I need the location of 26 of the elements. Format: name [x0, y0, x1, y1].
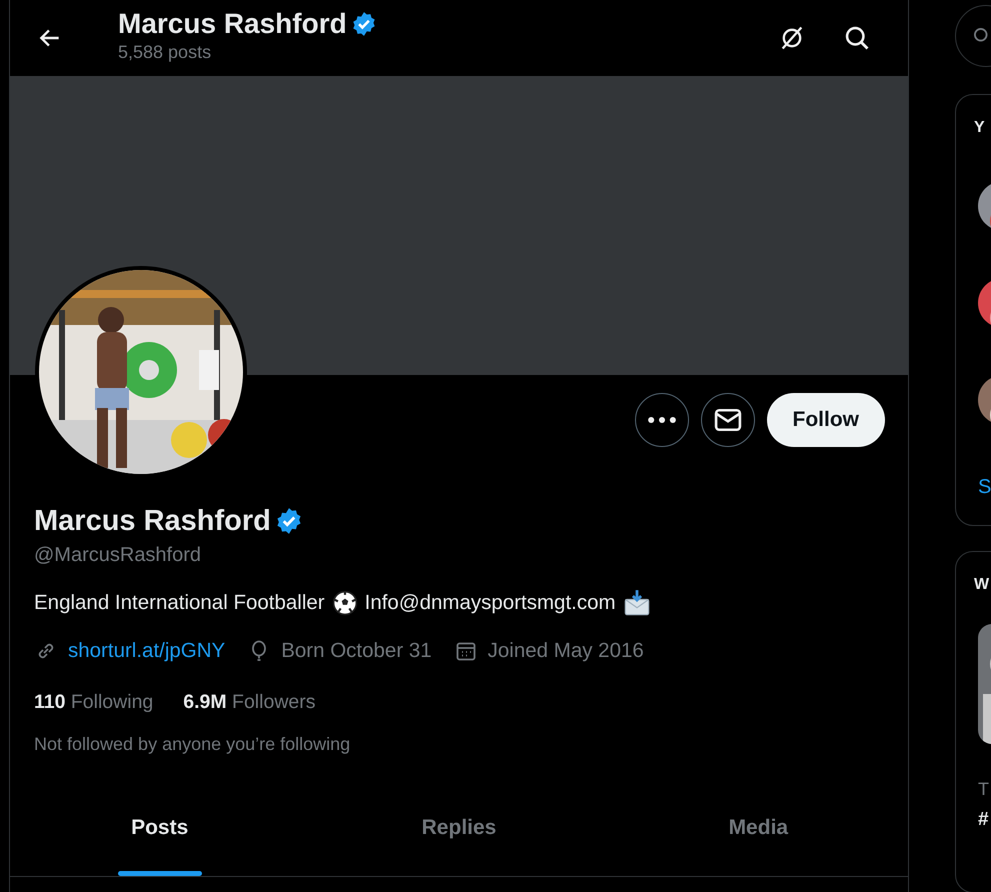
profile-tab[interactable]: Posts: [10, 802, 310, 876]
soccer-ball-icon: [332, 590, 358, 616]
joined-date: Joined May 2016: [488, 638, 644, 664]
birthday-text: Born October 31: [281, 638, 432, 664]
profile-tab[interactable]: Media: [608, 802, 908, 876]
card-title: W: [974, 575, 990, 595]
post-count: 5,588 posts: [118, 41, 212, 63]
more-options-icon[interactable]: [634, 393, 688, 447]
website-link[interactable]: shorturl.at/jpGNY: [68, 637, 226, 665]
follow-button[interactable]: Follow: [766, 393, 885, 447]
envelope-icon: [622, 589, 651, 617]
follow-stat-link[interactable]: 110 Following: [34, 689, 154, 715]
follow-stat-link[interactable]: 6.9M Followers: [183, 689, 316, 715]
bio-text: England International Footballer: [34, 590, 325, 616]
display-name: Marcus Rashford: [34, 504, 271, 539]
show-more-link[interactable]: S: [978, 475, 991, 499]
bio-text: Info@dnmaysportsmgt.com: [364, 590, 616, 616]
followers-you-know: Not followed by anyone you’re following: [34, 733, 352, 756]
profile-title: Marcus Rashford: [118, 7, 347, 41]
message-icon[interactable]: [700, 393, 754, 447]
card-title: Y: [974, 118, 986, 138]
username: @MarcusRashford: [34, 543, 202, 568]
trend-category: T: [978, 778, 990, 800]
search-icon[interactable]: [843, 24, 871, 52]
profile-tab[interactable]: Replies: [309, 802, 609, 876]
trend-name[interactable]: #: [978, 808, 991, 832]
